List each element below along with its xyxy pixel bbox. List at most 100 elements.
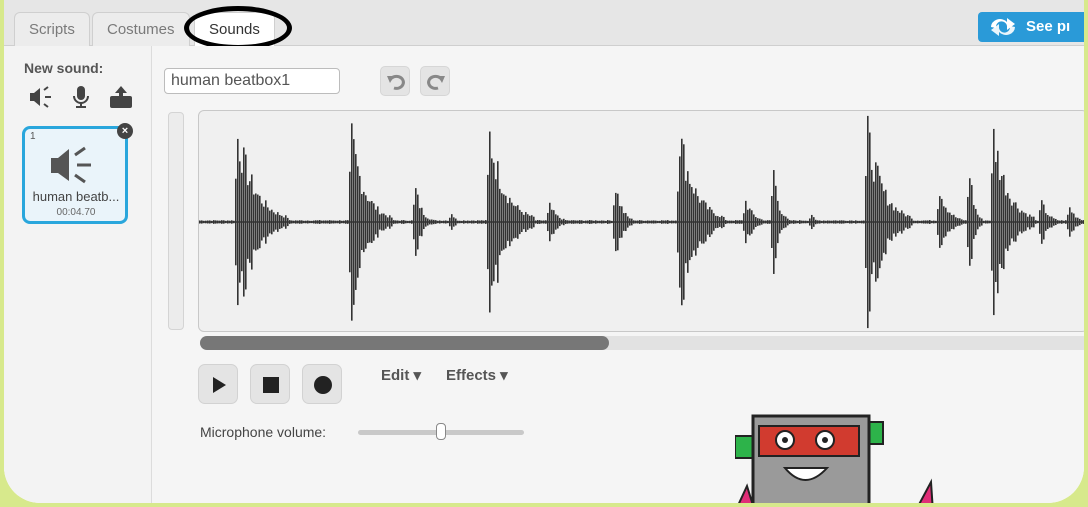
waveform-sample bbox=[603, 220, 605, 224]
microphone-volume-slider[interactable] bbox=[358, 423, 524, 440]
waveform-sample bbox=[533, 216, 535, 228]
waveform-sample bbox=[583, 220, 585, 224]
redo-icon bbox=[427, 74, 445, 90]
slider-knob[interactable] bbox=[436, 423, 446, 440]
waveform-sample bbox=[449, 217, 451, 227]
waveform-sample bbox=[1021, 210, 1023, 234]
edit-menu[interactable]: Edit ▾ bbox=[381, 366, 421, 384]
tab-scripts[interactable]: Scripts bbox=[14, 12, 90, 46]
waveform-sample bbox=[549, 202, 551, 242]
waveform-sample bbox=[219, 220, 221, 224]
waveform-display[interactable] bbox=[198, 110, 1084, 332]
horizontal-scrollbar[interactable] bbox=[200, 336, 1084, 350]
waveform-sample bbox=[905, 216, 907, 228]
waveform-sample bbox=[717, 216, 719, 228]
tab-costumes[interactable]: Costumes bbox=[92, 12, 190, 46]
scrollbar-thumb[interactable] bbox=[200, 336, 609, 350]
waveform-sample bbox=[691, 187, 693, 257]
waveform-sample bbox=[451, 214, 453, 230]
tab-sounds[interactable]: Sounds bbox=[194, 12, 275, 47]
waveform-sample bbox=[475, 220, 477, 224]
waveform-sample bbox=[203, 220, 205, 224]
waveform-sample bbox=[1029, 214, 1031, 230]
waveform-sample bbox=[885, 189, 887, 255]
waveform-sample bbox=[951, 215, 953, 229]
effects-menu[interactable]: Effects ▾ bbox=[446, 366, 508, 384]
waveform-sample bbox=[923, 220, 925, 224]
waveform-sample bbox=[513, 205, 515, 239]
waveform-sample bbox=[755, 217, 757, 227]
waveform-sample bbox=[215, 220, 217, 224]
waveform-sample bbox=[327, 220, 329, 224]
waveform-sample bbox=[631, 218, 633, 226]
waveform-sample bbox=[397, 220, 399, 224]
waveform-sample bbox=[1009, 198, 1011, 246]
waveform-sample bbox=[709, 206, 711, 238]
waveform-sample bbox=[285, 215, 287, 229]
waveform-sample bbox=[259, 195, 261, 249]
waveform-sample bbox=[959, 218, 961, 226]
new-sound-icons bbox=[28, 84, 134, 110]
waveform-sample bbox=[749, 208, 751, 236]
waveform-sample bbox=[407, 220, 409, 224]
redo-button[interactable] bbox=[420, 66, 450, 96]
waveform-sample bbox=[539, 220, 541, 224]
waveform-sample bbox=[1037, 220, 1039, 224]
delete-sound-icon[interactable]: × bbox=[117, 123, 133, 139]
sound-name-input[interactable] bbox=[164, 68, 340, 94]
waveform-sample bbox=[933, 220, 935, 224]
waveform-sample bbox=[675, 220, 677, 224]
waveform-sample bbox=[227, 220, 229, 224]
waveform-sample bbox=[967, 196, 969, 248]
waveform-sample bbox=[411, 220, 413, 224]
undo-button[interactable] bbox=[380, 66, 410, 96]
play-button[interactable] bbox=[198, 364, 238, 404]
waveform-sample bbox=[439, 220, 441, 224]
waveform-sample bbox=[427, 218, 429, 226]
sound-item[interactable]: 1 × human beatb... 00:04.70 bbox=[22, 123, 133, 224]
waveform-sample bbox=[365, 195, 367, 249]
waveform-sample bbox=[303, 220, 305, 224]
stop-button[interactable] bbox=[250, 364, 290, 404]
waveform-sample bbox=[809, 218, 811, 226]
waveform-sample bbox=[309, 220, 311, 224]
waveform-sample bbox=[853, 220, 855, 224]
vertical-zoom-scrollbar[interactable] bbox=[168, 112, 184, 330]
waveform-sample bbox=[785, 216, 787, 228]
stop-icon bbox=[263, 377, 279, 393]
waveform-sample bbox=[561, 219, 563, 225]
waveform-sample bbox=[1033, 216, 1035, 228]
waveform-sample bbox=[413, 204, 415, 240]
waveform-sample bbox=[753, 214, 755, 230]
waveform-sample bbox=[757, 218, 759, 226]
waveform-sample bbox=[833, 220, 835, 224]
waveform-sample bbox=[423, 214, 425, 230]
waveform-sample bbox=[821, 220, 823, 224]
record-button[interactable] bbox=[302, 364, 342, 404]
waveform-sample bbox=[541, 220, 543, 224]
waveform-sample bbox=[1065, 220, 1067, 224]
waveform-sample bbox=[243, 147, 245, 297]
waveform-sample bbox=[909, 215, 911, 229]
see-project-page-button[interactable]: See pı bbox=[978, 12, 1084, 42]
waveform-sample bbox=[651, 220, 653, 224]
waveform-sample bbox=[611, 220, 613, 224]
waveform-sample bbox=[387, 217, 389, 227]
waveform-sample bbox=[689, 183, 691, 261]
waveform-sample bbox=[499, 188, 501, 256]
waveform-sample bbox=[517, 205, 519, 239]
waveform-sample bbox=[1059, 220, 1061, 224]
microphone-icon[interactable] bbox=[68, 84, 94, 110]
waveform-sample bbox=[347, 220, 349, 224]
waveform-sample bbox=[811, 214, 813, 230]
sound-editor: Edit ▾ Effects ▾ Microphone volume: bbox=[152, 46, 1084, 503]
upload-icon[interactable] bbox=[108, 84, 134, 110]
waveform-sample bbox=[943, 206, 945, 238]
waveform-sample bbox=[827, 220, 829, 224]
waveform-sample bbox=[819, 220, 821, 224]
waveform-sample bbox=[841, 220, 843, 224]
waveform-sample bbox=[617, 193, 619, 251]
waveform-sample bbox=[1013, 202, 1015, 242]
waveform-sample bbox=[837, 220, 839, 224]
speaker-icon[interactable] bbox=[28, 84, 54, 110]
